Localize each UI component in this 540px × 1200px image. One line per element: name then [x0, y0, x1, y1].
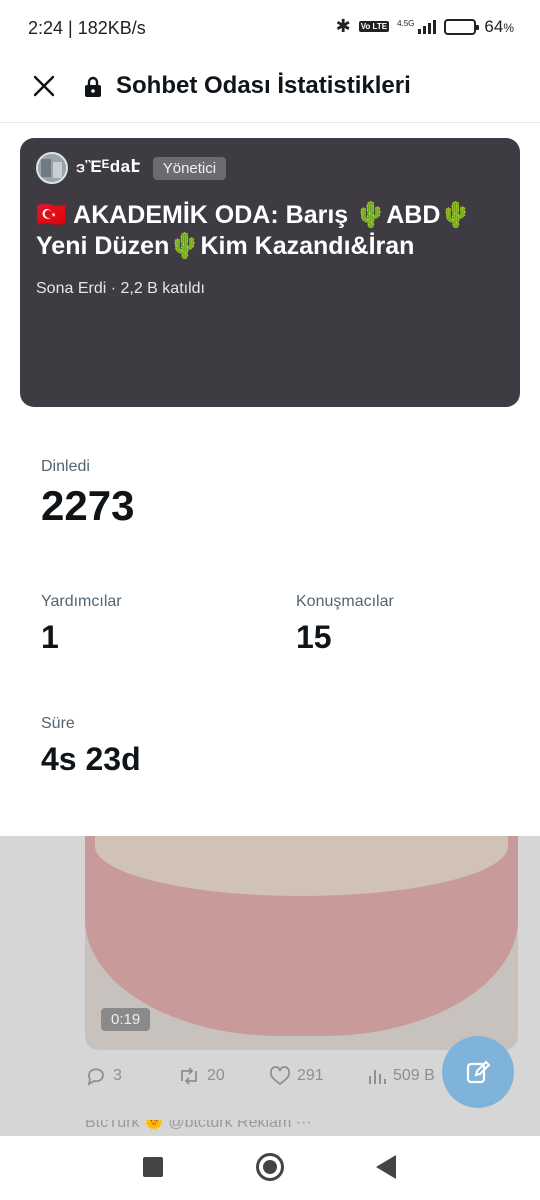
reply-icon: [87, 1068, 104, 1086]
room-meta: Sona Erdi · 2,2 B katıldı: [36, 280, 205, 297]
back-button[interactable]: [376, 1155, 396, 1179]
home-button[interactable]: [256, 1153, 284, 1181]
stat-listened-value: 2273: [41, 482, 135, 529]
video-duration-badge: 0:19: [101, 1008, 151, 1031]
reply-count: 3: [113, 1067, 122, 1084]
bluetooth-icon: ✱: [335, 16, 351, 36]
battery-icon: [444, 18, 480, 35]
views-icon: [369, 1070, 386, 1084]
host-avatar[interactable]: [36, 152, 68, 184]
stat-speakers-label: Konuşmacılar: [296, 593, 394, 610]
repost-icon: [181, 1067, 197, 1085]
status-icons: ✱ Vo LTE 4.5G 64%: [336, 16, 514, 37]
battery-percent: 64%: [484, 16, 514, 36]
compose-icon: [466, 1060, 491, 1084]
page-title: Sohbet Odası İstatistikleri: [116, 72, 411, 99]
system-nav-bar: [0, 1136, 540, 1200]
like-count: 291: [297, 1067, 324, 1084]
stat-helpers-value: 1: [41, 619, 59, 655]
stat-duration-value: 4s 23d: [41, 741, 141, 777]
role-badge: Yönetici: [152, 156, 227, 180]
status-bar: 2:24 | 182KB/s ✱ Vo LTE 4.5G 64%: [0, 0, 540, 60]
views-button[interactable]: 509 B: [367, 1066, 435, 1086]
signal-icon: 4.5G: [397, 18, 437, 34]
network-type-label: 4.5G: [397, 18, 415, 28]
compose-button[interactable]: [442, 1036, 514, 1108]
lock-icon: [85, 76, 101, 97]
stat-speakers: Konuşmacılar 15: [296, 593, 394, 656]
top-header: Sohbet Odası İstatistikleri: [0, 60, 540, 123]
status-time: 2:24 | 182KB/s: [28, 18, 146, 38]
heart-icon: [269, 1066, 291, 1086]
close-button[interactable]: [28, 70, 60, 102]
repost-button[interactable]: 20: [177, 1065, 269, 1087]
stat-listened-label: Dinledi: [41, 458, 90, 475]
next-tweet-preview: BtcTurk 🌞 @btcturk Reklam ···: [85, 1120, 312, 1131]
host-row: ဒἚᴱdaէ Yönetici: [36, 152, 227, 184]
stat-duration-label: Süre: [41, 715, 75, 732]
next-tweet-row: BtcTurk 🌞 @btcturk Reklam ···: [0, 1120, 540, 1136]
stat-helpers: Yardımcılar 1: [41, 593, 122, 656]
room-title: 🇹🇷 AKADEMİK ODA: Barış 🌵ABD🌵 Yeni Düzen🌵…: [36, 201, 472, 260]
stat-duration: Süre 4s 23d: [41, 715, 141, 778]
stat-speakers-value: 15: [296, 619, 332, 655]
views-count: 509 B: [393, 1067, 435, 1084]
close-icon: [33, 75, 55, 97]
host-name[interactable]: ဒἚᴱdaէ: [76, 156, 141, 181]
room-card[interactable]: ဒἚᴱdaէ Yönetici 🇹🇷 AKADEMİK ODA: Barış 🌵…: [20, 138, 520, 407]
recent-apps-button[interactable]: [143, 1157, 163, 1177]
reply-button[interactable]: 3: [85, 1065, 177, 1087]
volte-icon: Vo LTE: [358, 21, 390, 32]
stat-listened: Dinledi 2273: [41, 458, 134, 530]
like-button[interactable]: 291: [269, 1066, 367, 1086]
repost-count: 20: [207, 1067, 225, 1084]
stat-helpers-label: Yardımcılar: [41, 593, 122, 610]
